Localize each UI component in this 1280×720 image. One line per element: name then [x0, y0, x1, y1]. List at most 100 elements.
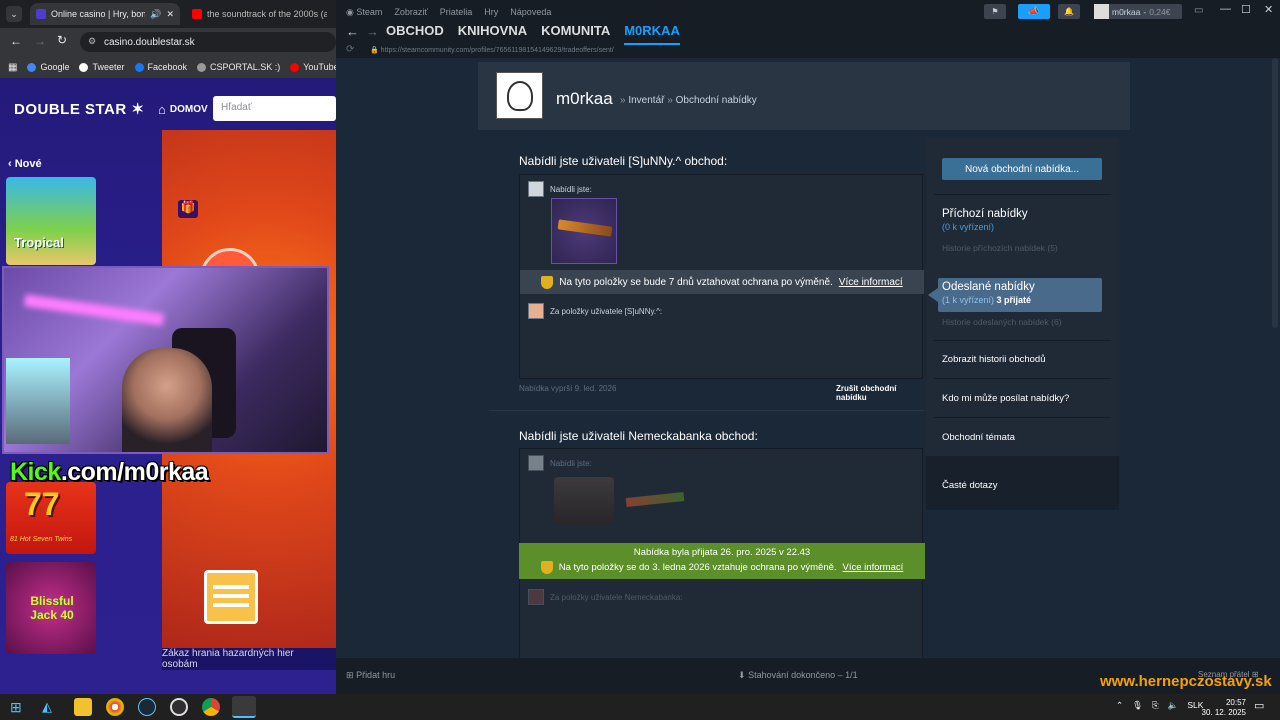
add-game-button[interactable]: ⊞ Přidat hru — [346, 670, 395, 681]
nav-community[interactable]: KOMUNITA — [541, 23, 610, 45]
casino-search-input[interactable]: Hľadať — [213, 96, 336, 121]
forward-icon[interactable]: → — [366, 24, 379, 39]
game-tile-tropical[interactable]: Tropical — [6, 177, 96, 265]
trade-history-link[interactable]: Zobrazit historii obchodů — [942, 354, 1046, 365]
sent-offers-link[interactable]: Odeslané nabídky (1 k vyřízení) 3 přijat… — [928, 278, 1102, 312]
network-icon[interactable]: ⎘ — [1152, 700, 1159, 711]
menu-line — [213, 594, 249, 598]
star-icon: ✶ — [131, 101, 145, 118]
chrome-profile-icon[interactable] — [106, 698, 124, 716]
my-avatar-icon — [528, 181, 544, 197]
tab-youtube[interactable]: the soundtrack of the 2000s (a — [186, 3, 334, 25]
menu-icon[interactable] — [204, 570, 258, 624]
my-avatar-icon — [528, 455, 544, 471]
tab-casino[interactable]: Online casino | Hry, bonusy 🔊 ✕ — [30, 3, 180, 25]
apps-icon[interactable]: ▦ — [8, 62, 17, 73]
start-icon[interactable]: ⊞ — [10, 698, 28, 716]
bookmark-csportal[interactable]: CSPORTAL.SK :) — [197, 62, 280, 72]
incoming-offers-link[interactable]: Příchozí nabídky — [942, 208, 1028, 220]
steam-url: 🔒 https://steamcommunity.com/profiles/76… — [370, 47, 614, 54]
avatar-drawing — [507, 81, 533, 111]
big-picture-icon[interactable]: ⚑ — [984, 4, 1006, 19]
site-info-icon[interactable]: ⚙ — [88, 36, 96, 47]
new-trade-offer-button[interactable]: Nová obchodní nabídka... — [942, 158, 1102, 180]
back-icon[interactable]: ← — [10, 34, 22, 48]
clock[interactable]: 20:57 30. 12. 2025 — [1196, 698, 1246, 718]
close-icon[interactable]: ✕ — [1264, 3, 1273, 16]
gift-icon[interactable]: 🎁 — [178, 200, 198, 218]
menu-games[interactable]: Hry — [484, 7, 498, 17]
account-menu[interactable]: m0rkaa - 0,24€ — [1094, 4, 1182, 19]
chevron-up-icon[interactable]: ⌃ — [1116, 700, 1123, 711]
search-icon[interactable]: ⌕ — [326, 102, 332, 115]
close-tab-icon[interactable]: ✕ — [166, 9, 174, 20]
reload-icon[interactable]: ↻ — [57, 33, 67, 47]
steam-icon[interactable] — [138, 698, 156, 716]
volume-icon[interactable]: 🔈 — [1168, 700, 1179, 711]
breadcrumb-inventory[interactable]: Inventář — [628, 95, 664, 106]
nav-profile[interactable]: M0RKAA — [624, 23, 680, 45]
file-explorer-icon[interactable] — [74, 698, 92, 716]
minimize-icon[interactable]: — — [1220, 3, 1231, 15]
forward-icon[interactable]: → — [34, 34, 46, 48]
youtube-favicon-icon — [192, 9, 202, 19]
who-can-send-link[interactable]: Kdo mi může posílat nabídky? — [942, 393, 1069, 404]
home-link[interactable]: ⌂ DOMOV — [158, 102, 208, 117]
tab-search-button[interactable]: ⌄ — [6, 6, 22, 22]
microphone-icon[interactable]: 🎙 — [1132, 700, 1143, 711]
steam-active-icon[interactable] — [232, 696, 256, 718]
offered-item-rifle[interactable] — [624, 483, 688, 519]
back-icon[interactable]: ← — [346, 24, 359, 39]
address-bar[interactable]: ⚙ casino.doublestar.sk — [80, 32, 336, 52]
url-text: casino.doublestar.sk — [104, 36, 195, 48]
nav-store[interactable]: OBCHOD — [386, 23, 444, 45]
new-games-heading[interactable]: ‹ Nové — [8, 158, 42, 170]
monitor-icon[interactable]: ▭ — [1194, 5, 1203, 16]
offers-list: Nabídli jste uživateli [S]uNNy.^ obchod:… — [481, 138, 928, 659]
steam-menu[interactable]: ◉ Steam — [346, 7, 382, 18]
sent-history-link[interactable]: Historie odeslaných nabídek (6) — [942, 317, 1062, 327]
trade-topics-link[interactable]: Obchodní témata — [942, 432, 1015, 443]
more-info-link[interactable]: Více informací — [843, 562, 904, 573]
watermark: www.hernepczostavy.sk — [1100, 673, 1272, 690]
menu-friends[interactable]: Priatelia — [440, 7, 473, 17]
notifications-icon[interactable]: ▭ — [1254, 699, 1264, 712]
bookmark-google[interactable]: Google — [27, 62, 69, 72]
bookmark-tweeter[interactable]: Tweeter — [79, 62, 125, 72]
announcements-icon[interactable]: 📣 — [1018, 4, 1050, 19]
more-info-link[interactable]: Více informací — [839, 277, 903, 288]
downloads-status[interactable]: ⬇ Stahování dokončeno – 1/1 — [738, 670, 858, 681]
incoming-history-link[interactable]: Historie příchozích nabídek (5) — [942, 243, 1058, 253]
game-title: 81 Hot Seven Twins — [10, 536, 73, 543]
breadcrumb-offers[interactable]: Obchodní nabídky — [676, 95, 757, 106]
offered-item-ak47[interactable] — [551, 198, 617, 264]
faq-link[interactable]: Časté dotazy — [942, 480, 997, 491]
game-tile-blissful-jack[interactable]: Blissful Jack 40 — [6, 562, 96, 654]
partner-avatar-icon — [528, 303, 544, 319]
game-tile-hot-seven[interactable]: 77 81 Hot Seven Twins — [6, 482, 96, 554]
cancel-offer-button[interactable]: Zrušit obchodní nabídku — [836, 384, 928, 402]
scrollbar[interactable] — [1272, 58, 1278, 328]
maximize-icon[interactable]: ☐ — [1241, 3, 1251, 16]
pc-case — [6, 358, 70, 444]
bookmark-youtube[interactable]: YouTube — [290, 62, 336, 72]
chrome-icon[interactable] — [202, 698, 220, 716]
doublestar-logo[interactable]: DOUBLE STAR ✶ — [14, 100, 144, 118]
notifications-icon[interactable]: 🔔 — [1058, 4, 1080, 19]
menu-help[interactable]: Nápoveda — [510, 7, 551, 17]
refresh-icon[interactable]: ⟳ — [346, 44, 354, 55]
chevron-left-icon: ‹ — [8, 158, 12, 170]
menu-view[interactable]: Zobraziť — [394, 7, 427, 17]
you-offered-label: Nabídli jste: — [550, 185, 592, 194]
profile-avatar[interactable] — [496, 72, 543, 119]
audio-icon: 🔊 — [150, 8, 162, 19]
bookmark-facebook[interactable]: Facebook — [134, 62, 187, 72]
profile-name[interactable]: m0rkaa — [556, 89, 613, 109]
search-icon[interactable]: ◭ — [42, 698, 60, 716]
rifle-icon — [557, 219, 613, 237]
obs-icon[interactable] — [170, 698, 188, 716]
home-icon: ⌂ — [158, 102, 166, 117]
offered-item-case[interactable] — [554, 477, 614, 525]
divider — [934, 378, 1111, 379]
nav-library[interactable]: KNIHOVNA — [458, 23, 527, 45]
